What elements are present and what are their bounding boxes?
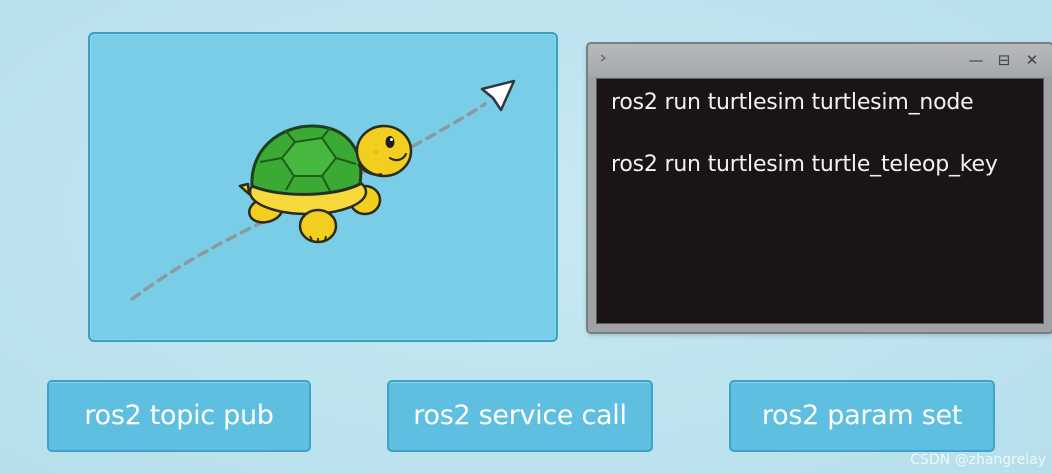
close-icon[interactable]: ✕ xyxy=(1022,50,1042,70)
service-call-button[interactable]: ros2 service call xyxy=(387,380,653,452)
terminal-line-teleop-key: ros2 run turtlesim turtle_teleop_key xyxy=(611,152,998,177)
terminal-app-icon xyxy=(600,54,606,62)
turtlesim-scene xyxy=(130,79,516,301)
path-arrow-icon xyxy=(480,79,516,112)
terminal-window: — ⊟ ✕ ros2 run turtlesim turtlesim_node … xyxy=(586,42,1052,334)
param-set-button[interactable]: ros2 param set xyxy=(729,380,995,452)
turtlesim-canvas xyxy=(88,32,558,342)
terminal-titlebar[interactable]: — ⊟ ✕ xyxy=(588,44,1052,76)
topic-pub-button[interactable]: ros2 topic pub xyxy=(47,380,311,452)
maximize-icon[interactable]: ⊟ xyxy=(994,50,1014,70)
turtle-icon xyxy=(238,124,413,244)
minimize-icon[interactable]: — xyxy=(966,50,986,70)
terminal-output[interactable]: ros2 run turtlesim turtlesim_node ros2 r… xyxy=(596,78,1044,324)
terminal-line-turtlesim-node: ros2 run turtlesim turtlesim_node xyxy=(611,90,974,115)
watermark: CSDN @zhangrelay xyxy=(910,452,1046,468)
